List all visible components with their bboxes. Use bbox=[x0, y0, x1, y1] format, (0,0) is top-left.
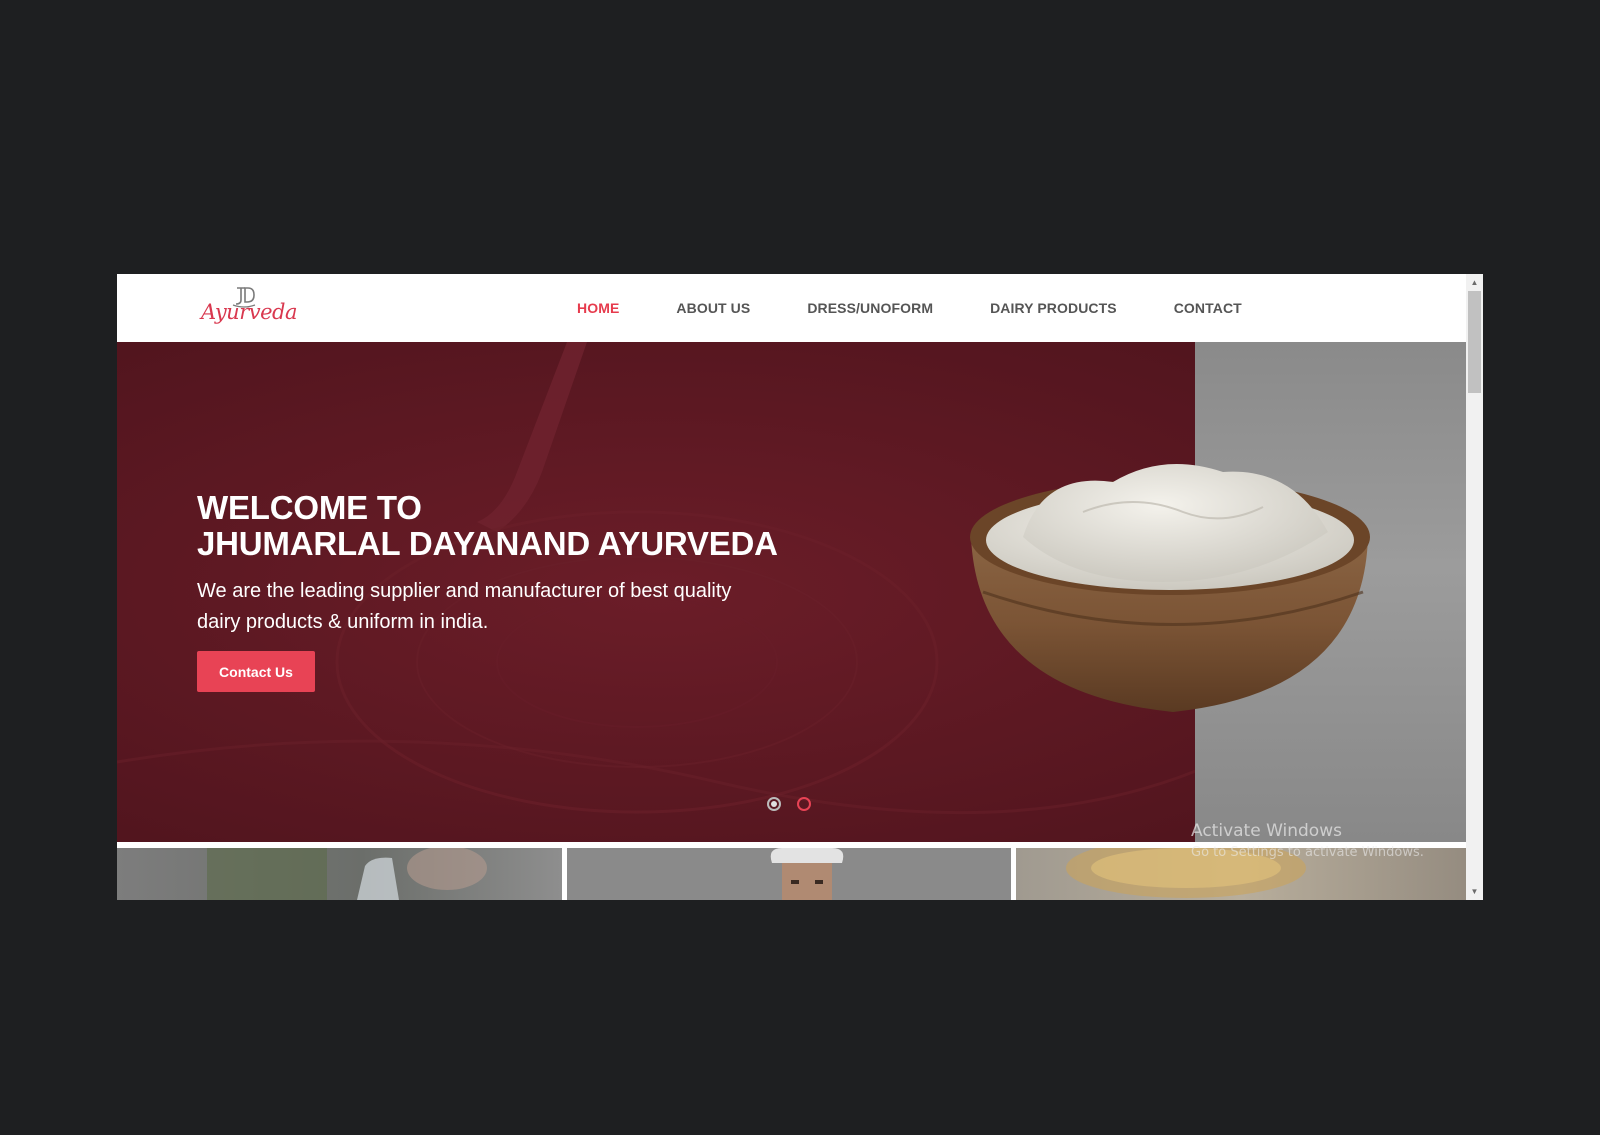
contact-us-button[interactable]: Contact Us bbox=[197, 651, 315, 692]
curd-bowl-image bbox=[970, 464, 1370, 712]
arrow-down-icon[interactable]: ▼ bbox=[1466, 883, 1483, 900]
nav-item-about-us[interactable]: ABOUT US bbox=[676, 300, 750, 316]
arrow-up-icon[interactable]: ▲ bbox=[1466, 274, 1483, 291]
site-logo[interactable]: Ayurveda bbox=[201, 286, 298, 332]
logo-wordmark: Ayurveda bbox=[201, 300, 298, 324]
hero-slider: WELCOME TO JHUMARLAL DAYANAND AYURVEDA W… bbox=[117, 342, 1466, 842]
watermark-subtitle: Go to Settings to activate Windows. bbox=[1191, 845, 1424, 860]
main-nav: HOME ABOUT US DRESS/UNOFORM DAIRY PRODUC… bbox=[577, 274, 1242, 342]
nav-item-dairy-products[interactable]: DAIRY PRODUCTS bbox=[990, 300, 1117, 316]
hero-title: WELCOME TO JHUMARLAL DAYANAND AYURVEDA bbox=[197, 490, 778, 562]
category-tile-uniform[interactable] bbox=[567, 848, 1011, 900]
page-viewport: Ayurveda HOME ABOUT US DRESS/UNOFORM DAI… bbox=[117, 274, 1466, 900]
watermark-title: Activate Windows bbox=[1191, 821, 1342, 841]
nav-item-home[interactable]: HOME bbox=[577, 300, 619, 316]
hero-title-line-1: WELCOME TO bbox=[197, 489, 422, 526]
windows-activation-watermark: Activate Windows Go to Settings to activ… bbox=[1191, 821, 1424, 860]
slider-dot-2[interactable] bbox=[797, 797, 811, 811]
category-tile-dairy[interactable] bbox=[117, 848, 562, 900]
nav-item-dress-uniform[interactable]: DRESS/UNOFORM bbox=[807, 300, 933, 316]
hero-title-line-2: JHUMARLAL DAYANAND AYURVEDA bbox=[197, 525, 778, 562]
milk-pour-image bbox=[207, 848, 487, 900]
hero-subtitle: We are the leading supplier and manufact… bbox=[197, 580, 732, 633]
chef-image bbox=[770, 848, 844, 900]
site-header: Ayurveda HOME ABOUT US DRESS/UNOFORM DAI… bbox=[117, 274, 1466, 342]
slider-dot-1[interactable] bbox=[767, 797, 781, 811]
nav-item-contact[interactable]: CONTACT bbox=[1174, 300, 1242, 316]
browser-window: Ayurveda HOME ABOUT US DRESS/UNOFORM DAI… bbox=[117, 274, 1483, 900]
scrollbar-thumb[interactable] bbox=[1468, 291, 1481, 393]
vertical-scrollbar[interactable]: ▲ ▼ bbox=[1466, 274, 1483, 900]
